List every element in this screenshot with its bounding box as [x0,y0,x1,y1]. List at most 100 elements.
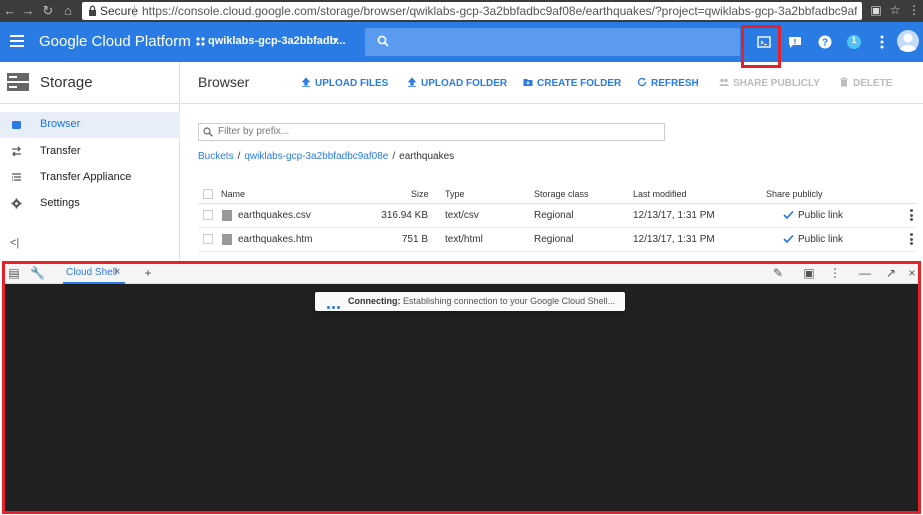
transfer-arrows-icon [12,146,21,157]
last-modified: 12/13/17, 1:31 PM [633,210,715,221]
secure-label: Secure [100,4,139,18]
column-header-share-publicly[interactable]: Share publicly [766,189,823,199]
sidebar-item-transfer-appliance[interactable]: Transfer Appliance [0,165,180,191]
breadcrumb-current-folder: earthquakes [399,151,455,162]
left-navigation: Storage Browser Transfer Transfer Applia… [0,62,180,262]
back-arrow-icon[interactable]: ← [2,3,18,19]
public-link[interactable]: Public link [798,234,843,245]
extension-icon[interactable]: ▣ [869,3,883,17]
main-content: Browser UPLOAD FILES UPLOAD FOLDER CREAT… [181,62,923,262]
column-header-storage-class[interactable]: Storage class [534,189,589,199]
sidebar-item-label: Transfer Appliance [40,171,132,183]
create-folder-icon [523,79,533,86]
file-name-link[interactable]: earthquakes.htm [238,234,313,245]
table-row[interactable]: earthquakes.csv 316.94 KB text/csv Regio… [198,204,916,228]
upload-icon [407,77,417,87]
breadcrumb-separator: / [237,151,241,162]
sidebar-item-browser[interactable]: Browser [0,112,180,138]
table-row[interactable]: earthquakes.htm 751 B text/html Regional… [198,228,916,252]
create-folder-label: CREATE FOLDER [537,78,622,89]
avatar[interactable] [896,29,920,53]
page-title: Browser [198,74,250,90]
sidebar-item-label: Settings [40,197,80,209]
breadcrumb-bucket-link[interactable]: qwiklabs-gcp-3a2bbfadbc9af08e [244,151,388,162]
search-icon [377,35,389,47]
lock-icon [89,5,96,16]
storage-icon [7,73,29,91]
project-icon [196,37,205,46]
forward-arrow-icon[interactable]: → [20,3,36,19]
create-folder-button[interactable]: CREATE FOLDER [523,77,621,89]
file-icon [222,210,232,221]
url-text[interactable]: https://console.cloud.google.com/storage… [142,4,857,18]
delete-button[interactable]: DELETE [839,77,892,89]
row-menu-icon[interactable] [910,209,913,221]
share-people-icon [719,78,729,86]
file-size: 316.94 KB [381,210,428,221]
chevron-down-icon[interactable]: ▼ [332,36,340,45]
address-separator [134,5,135,17]
storage-class: Regional [534,210,574,221]
upload-folder-label: UPLOAD FOLDER [421,78,508,89]
table-header: Name Size Type Storage class Last modifi… [198,184,916,204]
select-all-checkbox[interactable] [203,189,213,199]
storage-class: Regional [534,234,574,245]
column-header-name[interactable]: Name [221,189,245,199]
help-icon[interactable]: ? [817,34,833,50]
upload-icon [301,77,311,87]
public-checkbox-icon[interactable] [783,234,794,244]
gear-icon [11,198,22,209]
column-header-size[interactable]: Size [411,189,429,199]
sidebar-item-label: Browser [40,118,81,130]
filter-input[interactable]: Filter by prefix... [198,123,665,141]
browser-toolbar: ← → ↻ ⌂ Secure https://console.cloud.goo… [0,0,923,22]
breadcrumb-buckets-link[interactable]: Buckets [198,151,234,162]
last-modified: 12/13/17, 1:31 PM [633,234,715,245]
home-icon[interactable]: ⌂ [60,3,76,19]
file-name-link[interactable]: earthquakes.csv [238,210,311,221]
overflow-menu-icon[interactable] [878,34,886,50]
search-input[interactable] [365,28,740,56]
row-checkbox[interactable] [203,210,213,220]
refresh-label: REFRESH [651,78,699,89]
reload-icon[interactable]: ↻ [40,3,56,19]
address-bar[interactable]: Secure https://console.cloud.google.com/… [82,2,862,20]
search-icon [203,127,213,137]
upload-folder-button[interactable]: UPLOAD FOLDER [407,77,507,89]
brand-title[interactable]: Google Cloud Platform [39,33,191,50]
breadcrumb: Buckets / qwiklabs-gcp-3a2bbfadbc9af08e / ea… [198,151,454,162]
upload-files-button[interactable]: UPLOAD FILES [301,77,388,89]
row-menu-icon[interactable] [910,233,913,245]
file-type: text/html [445,234,483,245]
refresh-icon [637,77,647,87]
project-selector[interactable]: qwiklabs-gcp-3a2bbfadb... [208,35,346,47]
share-publicly-label: SHARE PUBLICLY [733,78,820,89]
delete-label: DELETE [853,78,893,89]
upload-files-label: UPLOAD FILES [315,78,389,89]
product-header: Storage [0,62,180,104]
collapse-nav-button[interactable]: <| [10,237,19,249]
breadcrumb-separator: / [392,151,396,162]
chrome-menu-icon[interactable]: ⋮ [907,3,921,17]
file-icon [222,234,232,245]
refresh-button[interactable]: REFRESH [637,77,699,89]
list-icon [12,173,21,181]
public-link[interactable]: Public link [798,210,843,221]
column-header-type[interactable]: Type [445,189,465,199]
row-checkbox[interactable] [203,234,213,244]
share-publicly-button[interactable]: SHARE PUBLICLY [719,77,820,89]
filter-placeholder: Filter by prefix... [218,126,290,137]
action-toolbar: Browser UPLOAD FILES UPLOAD FOLDER CREAT… [181,62,923,104]
sidebar-item-label: Transfer [40,145,81,157]
product-title: Storage [40,74,93,91]
hamburger-menu-icon[interactable] [10,35,24,47]
sidebar-item-transfer[interactable]: Transfer [0,139,180,165]
notification-count: 1 [851,35,857,45]
column-header-last-modified[interactable]: Last modified [633,189,687,199]
public-checkbox-icon[interactable] [783,210,794,220]
feedback-icon[interactable] [787,34,803,50]
bookmark-star-icon[interactable]: ☆ [888,3,902,17]
sidebar-item-settings[interactable]: Settings [0,191,180,217]
bucket-icon [12,121,21,129]
trash-icon [840,77,848,87]
